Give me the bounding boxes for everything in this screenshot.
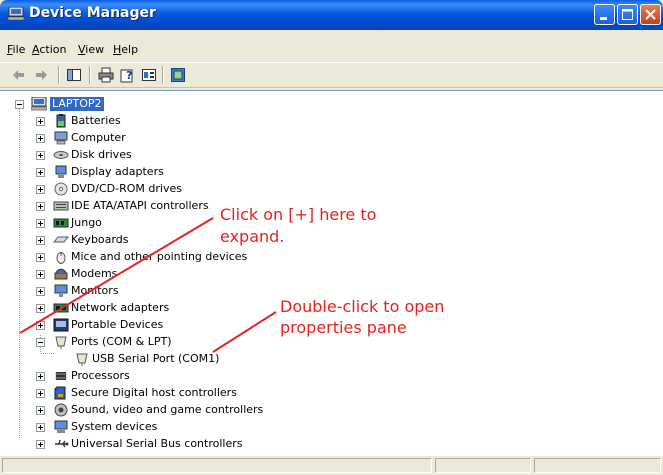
annotation-arrows: [19, 217, 277, 353]
open-annotation-line2: properties pane: [280, 318, 407, 337]
expand-annotation-line2: expand.: [220, 227, 285, 246]
device-manager-window: Device Manager File Action View Help ? L…: [0, 0, 663, 475]
expand-annotation-line: [19, 217, 214, 334]
expand-annotation-line1: Click on [+] here to: [220, 205, 377, 224]
open-annotation-line: [212, 311, 277, 353]
open-annotation-line1: Double-click to open: [280, 297, 445, 316]
